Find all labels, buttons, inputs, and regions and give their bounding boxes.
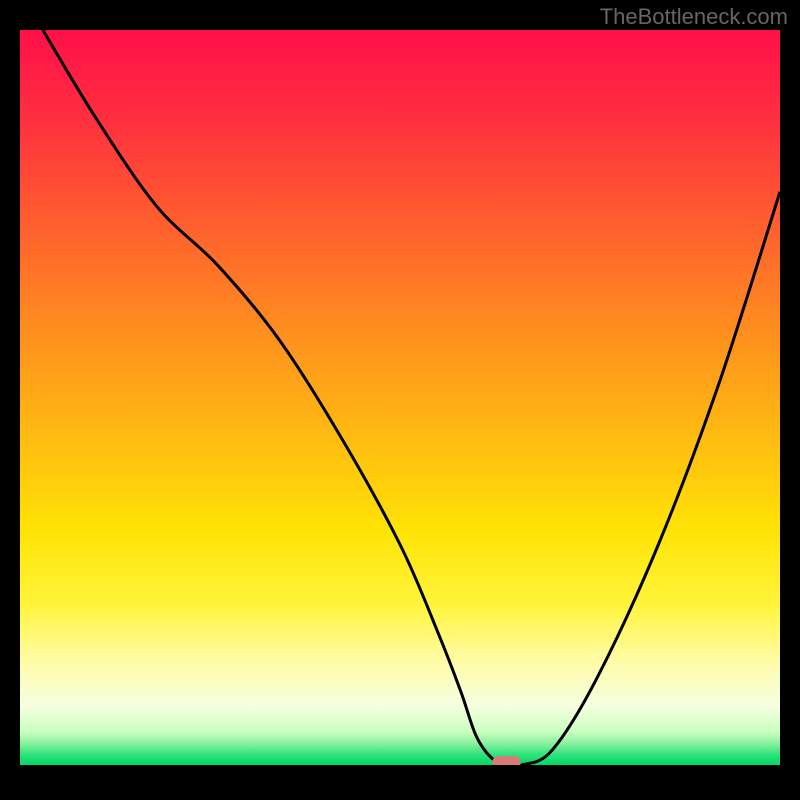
- chart-svg: [20, 30, 780, 765]
- attribution-text: TheBottleneck.com: [600, 4, 788, 30]
- gradient-background: [20, 30, 780, 765]
- optimal-marker: [492, 756, 520, 765]
- bottleneck-chart: [20, 30, 780, 765]
